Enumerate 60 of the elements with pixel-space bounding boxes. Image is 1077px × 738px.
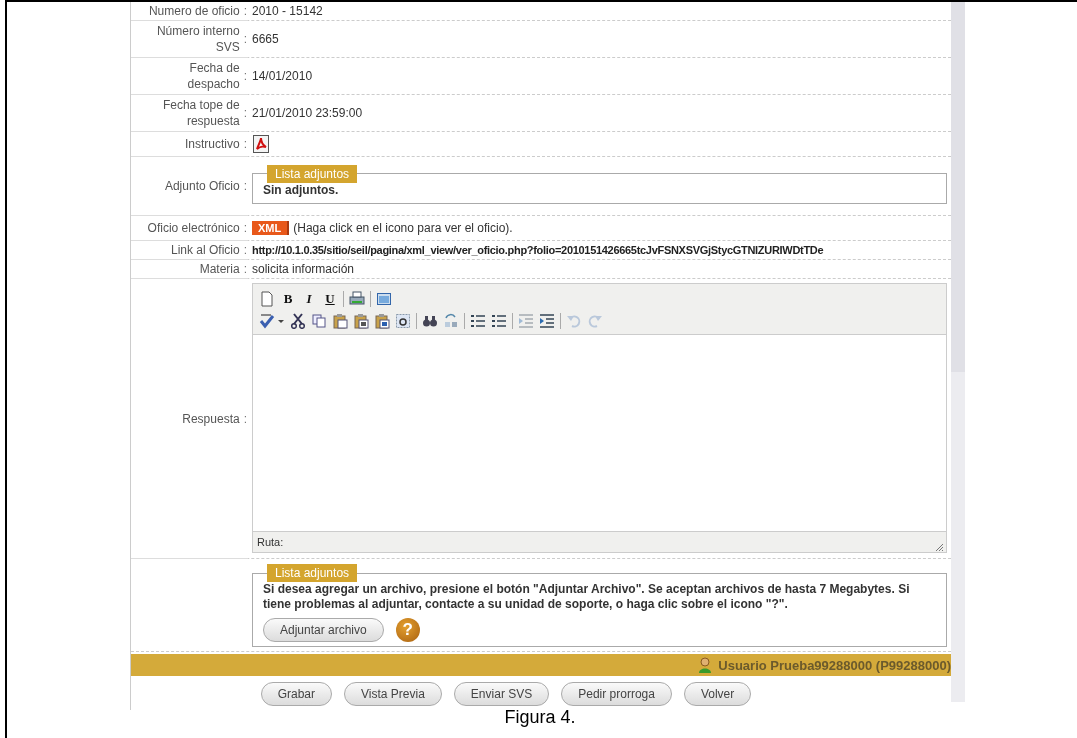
field-label: Oficio electrónico [147, 220, 240, 236]
field-value: 6665 [252, 32, 279, 46]
pdf-icon[interactable] [253, 135, 269, 153]
paste-word-icon[interactable] [374, 313, 390, 329]
cut-icon[interactable] [290, 313, 306, 329]
maximize-icon[interactable] [376, 291, 392, 307]
field-label: Fecha de despacho [186, 60, 240, 92]
indent-icon[interactable] [539, 313, 555, 329]
paste-text-icon[interactable] [353, 313, 369, 329]
action-button[interactable]: Grabar [260, 682, 333, 706]
label-colon: : [243, 221, 247, 235]
attach-file-button[interactable]: Adjuntar archivo [263, 618, 384, 642]
field-label: Link al Oficio [170, 242, 240, 258]
new-icon[interactable] [259, 291, 275, 307]
field-value: solicita información [252, 262, 355, 276]
field-value: 2010 - 15142 [252, 4, 323, 18]
field-label: Instructivo [184, 136, 240, 152]
resize-grip-icon[interactable] [934, 542, 944, 552]
paste-icon[interactable] [332, 313, 348, 329]
link-text[interactable]: http://10.1.0.35/sitio/seil/pagina/xml_view/ver_oficio.php?folio=2010151426665tcJvFSNXSVGjStycGTNIZURIWDtTDe [252, 244, 824, 256]
xml-badge[interactable]: XML [252, 221, 290, 235]
panel-legend: Lista adjuntos [267, 164, 358, 183]
print-icon[interactable] [349, 291, 365, 307]
field-label: Materia [199, 261, 240, 277]
bold-button[interactable]: B [280, 291, 296, 307]
user-icon [698, 657, 713, 673]
field-label: Número interno SVS [155, 23, 240, 55]
field-label: Respuesta [182, 410, 240, 427]
field-label: Numero de oficio [148, 3, 240, 19]
copy-icon[interactable] [311, 313, 327, 329]
field-value: 21/01/2010 23:59:00 [252, 106, 363, 120]
underline-button[interactable]: U [322, 291, 338, 307]
bullets-icon[interactable] [470, 313, 486, 329]
scrollbar[interactable] [951, 2, 965, 702]
label-colon: : [243, 69, 247, 83]
upload-instructions: Si desea agregar un archivo, presione el botón "Adjuntar Archivo". Se aceptan archivos de hasta 7 Megabytes. Si tiene problemas al adjuntar, contacte a su unidad de soporte, o haga clic sobre el icono "?". [263, 582, 911, 612]
field-label: Adjunto Oficio [164, 178, 240, 194]
label-colon: : [243, 32, 247, 46]
user-name: Usuario Prueba99288000 (P99288000) [718, 657, 951, 673]
action-button[interactable]: Pedir prorroga [561, 682, 672, 706]
field-label: Fecha tope de respuesta [161, 97, 240, 129]
figure-caption: Figura 4. [503, 706, 577, 728]
path-label: Ruta: [257, 536, 284, 548]
label-colon: : [243, 137, 247, 151]
label-colon: : [243, 262, 247, 276]
action-button[interactable]: Vista Previa [344, 682, 442, 706]
field-value: (Haga click en el icono para ver el oficio). [293, 221, 513, 235]
field-value: 14/01/2010 [252, 69, 313, 83]
action-button[interactable]: Enviar SVS [453, 682, 550, 706]
italic-button[interactable]: I [301, 291, 317, 307]
attachments-text: Sin adjuntos. [263, 182, 339, 197]
label-colon: : [243, 106, 247, 120]
label-colon: : [243, 243, 247, 257]
panel-legend: Lista adjuntos [267, 564, 358, 582]
label-colon: : [243, 179, 247, 193]
label-colon: : [243, 411, 247, 426]
find-icon[interactable] [422, 313, 438, 329]
action-button[interactable]: Volver [683, 682, 752, 706]
label-colon: : [243, 4, 247, 18]
spellcheck-icon[interactable] [259, 313, 285, 329]
